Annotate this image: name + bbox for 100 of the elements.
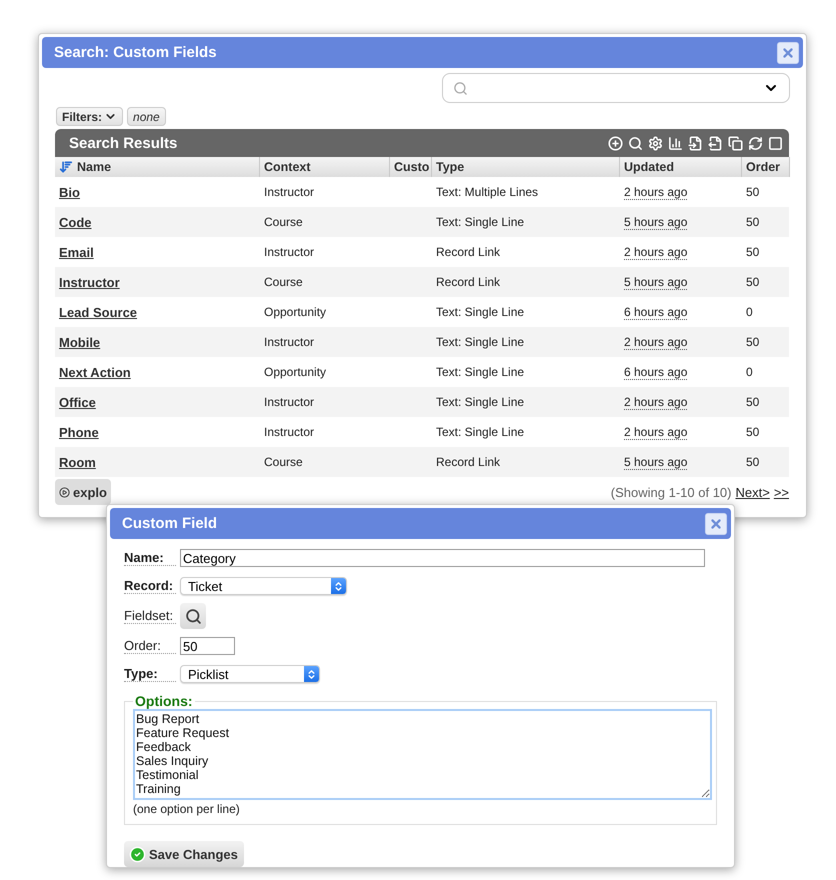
- hint-text: (one option per line): [133, 802, 241, 816]
- column-header[interactable]: Type: [432, 157, 620, 177]
- table-row[interactable]: Instructor Course Record Link 5 hours ago 50: [55, 267, 789, 297]
- table-row[interactable]: Office Instructor Text: Single Line 2 hours ago 50: [55, 387, 789, 417]
- close-icon: [709, 516, 723, 530]
- next-link[interactable]: Next>: [735, 484, 770, 500]
- results-title: Search Results: [69, 134, 178, 152]
- name-field[interactable]: Category: [180, 549, 705, 567]
- order-field[interactable]: 50: [180, 637, 235, 655]
- close-button[interactable]: [777, 42, 799, 64]
- table-cell: 0: [746, 305, 753, 319]
- table-cell: Course: [264, 455, 303, 469]
- save-button[interactable]: Save Changes: [124, 841, 244, 867]
- options-legend: Options:: [133, 693, 195, 709]
- options-field[interactable]: Bug Report Feature Request Feedback Sales Inquiry Testimonial Training: [133, 709, 712, 800]
- stepper-icon: [333, 580, 344, 592]
- updated-time: 6 hours ago: [624, 364, 688, 380]
- search-icon: [453, 80, 468, 96]
- updated-time: 2 hours ago: [624, 184, 688, 200]
- field-name-link[interactable]: Email: [59, 244, 94, 260]
- table-cell: Text: Single Line: [436, 365, 524, 379]
- table-cell: Course: [264, 215, 303, 229]
- table-row[interactable]: Mobile Instructor Text: Single Line 2 hours ago 50: [55, 327, 789, 357]
- field-name-link[interactable]: Mobile: [59, 334, 100, 350]
- table-cell: Course: [264, 275, 303, 289]
- field-label: Record:: [124, 578, 176, 594]
- table-row[interactable]: Room Course Record Link 5 hours ago 50: [55, 447, 789, 477]
- field-label: Type:: [124, 666, 176, 682]
- close-button[interactable]: [705, 512, 727, 534]
- explore-button[interactable]: explo: [55, 479, 111, 505]
- table-cell: 50: [746, 335, 760, 349]
- column-header[interactable]: Custo: [390, 157, 432, 177]
- settings-icon[interactable]: [648, 136, 663, 150]
- table-cell: Instructor: [264, 185, 314, 199]
- field-name-link[interactable]: Next Action: [59, 364, 131, 380]
- table-cell: Opportunity: [264, 365, 326, 379]
- window-title: Search: Custom Fields: [54, 44, 217, 61]
- square-icon[interactable]: [768, 136, 783, 150]
- field-name-link[interactable]: Office: [59, 394, 96, 410]
- table-cell: Instructor: [264, 245, 314, 259]
- filters-button[interactable]: Filters:: [56, 107, 124, 126]
- close-icon: [781, 46, 795, 60]
- table-cell: 50: [746, 275, 760, 289]
- search-icon[interactable]: [628, 136, 643, 150]
- updated-time: 2 hours ago: [624, 424, 688, 440]
- table-cell: Text: Multiple Lines: [436, 185, 538, 199]
- search-icon: [184, 608, 202, 624]
- table-cell: 0: [746, 365, 753, 379]
- table-cell: Instructor: [264, 425, 314, 439]
- showing-count: (Showing 1-10 of 10): [610, 484, 732, 500]
- field-name-link[interactable]: Room: [59, 454, 96, 470]
- refresh-icon[interactable]: [748, 136, 763, 150]
- copy-icon[interactable]: [728, 136, 743, 150]
- search-button[interactable]: [180, 603, 206, 629]
- table-cell: Text: Single Line: [436, 215, 524, 229]
- last-page-link[interactable]: >>: [774, 484, 789, 500]
- table-cell: Text: Single Line: [436, 335, 524, 349]
- table-cell: Text: Single Line: [436, 305, 524, 319]
- column-header[interactable]: Updated: [620, 157, 742, 177]
- export-file-icon[interactable]: [708, 136, 723, 150]
- field-name-link[interactable]: Instructor: [59, 274, 120, 290]
- field-name-link[interactable]: Code: [59, 214, 92, 230]
- select-field[interactable]: Ticket: [180, 577, 347, 595]
- table-cell: Record Link: [436, 275, 500, 289]
- table-cell: 50: [746, 215, 760, 229]
- updated-time: 2 hours ago: [624, 334, 688, 350]
- field-name-link[interactable]: Lead Source: [59, 304, 138, 320]
- updated-time: 2 hours ago: [624, 244, 688, 260]
- table-cell: 50: [746, 245, 760, 259]
- table-cell: Text: Single Line: [436, 395, 524, 409]
- import-file-icon[interactable]: [688, 136, 703, 150]
- table-cell: Record Link: [436, 455, 500, 469]
- updated-time: 5 hours ago: [624, 454, 688, 470]
- field-name-link[interactable]: Phone: [59, 424, 99, 440]
- dialog-title: Custom Field: [122, 515, 218, 532]
- table-cell: Instructor: [264, 395, 314, 409]
- field-label: Name:: [124, 550, 176, 566]
- field-label: Order:: [124, 638, 176, 654]
- filter-value-button[interactable]: none: [127, 107, 166, 126]
- column-header[interactable]: Context: [260, 157, 390, 177]
- table-cell: 50: [746, 425, 760, 439]
- stepper-icon: [306, 668, 317, 680]
- check-icon: [129, 846, 146, 862]
- column-header[interactable]: Name: [55, 157, 260, 177]
- search-field[interactable]: [442, 73, 790, 103]
- updated-time: 6 hours ago: [624, 304, 688, 320]
- field-label: Fieldset:: [124, 608, 176, 624]
- table-cell: Record Link: [436, 245, 500, 259]
- table-row[interactable]: Code Course Text: Single Line 5 hours ago 50: [55, 207, 789, 237]
- add-icon[interactable]: [608, 136, 623, 150]
- select-field[interactable]: Picklist: [180, 665, 320, 683]
- table-cell: 50: [746, 185, 760, 199]
- table-cell: Text: Single Line: [436, 425, 524, 439]
- table-cell: Opportunity: [264, 305, 326, 319]
- table-cell: 50: [746, 455, 760, 469]
- column-header[interactable]: Order: [742, 157, 790, 177]
- field-name-link[interactable]: Bio: [59, 184, 80, 200]
- updated-time: 5 hours ago: [624, 214, 688, 230]
- signal-bars-icon[interactable]: [668, 136, 683, 150]
- updated-time: 5 hours ago: [624, 274, 688, 290]
